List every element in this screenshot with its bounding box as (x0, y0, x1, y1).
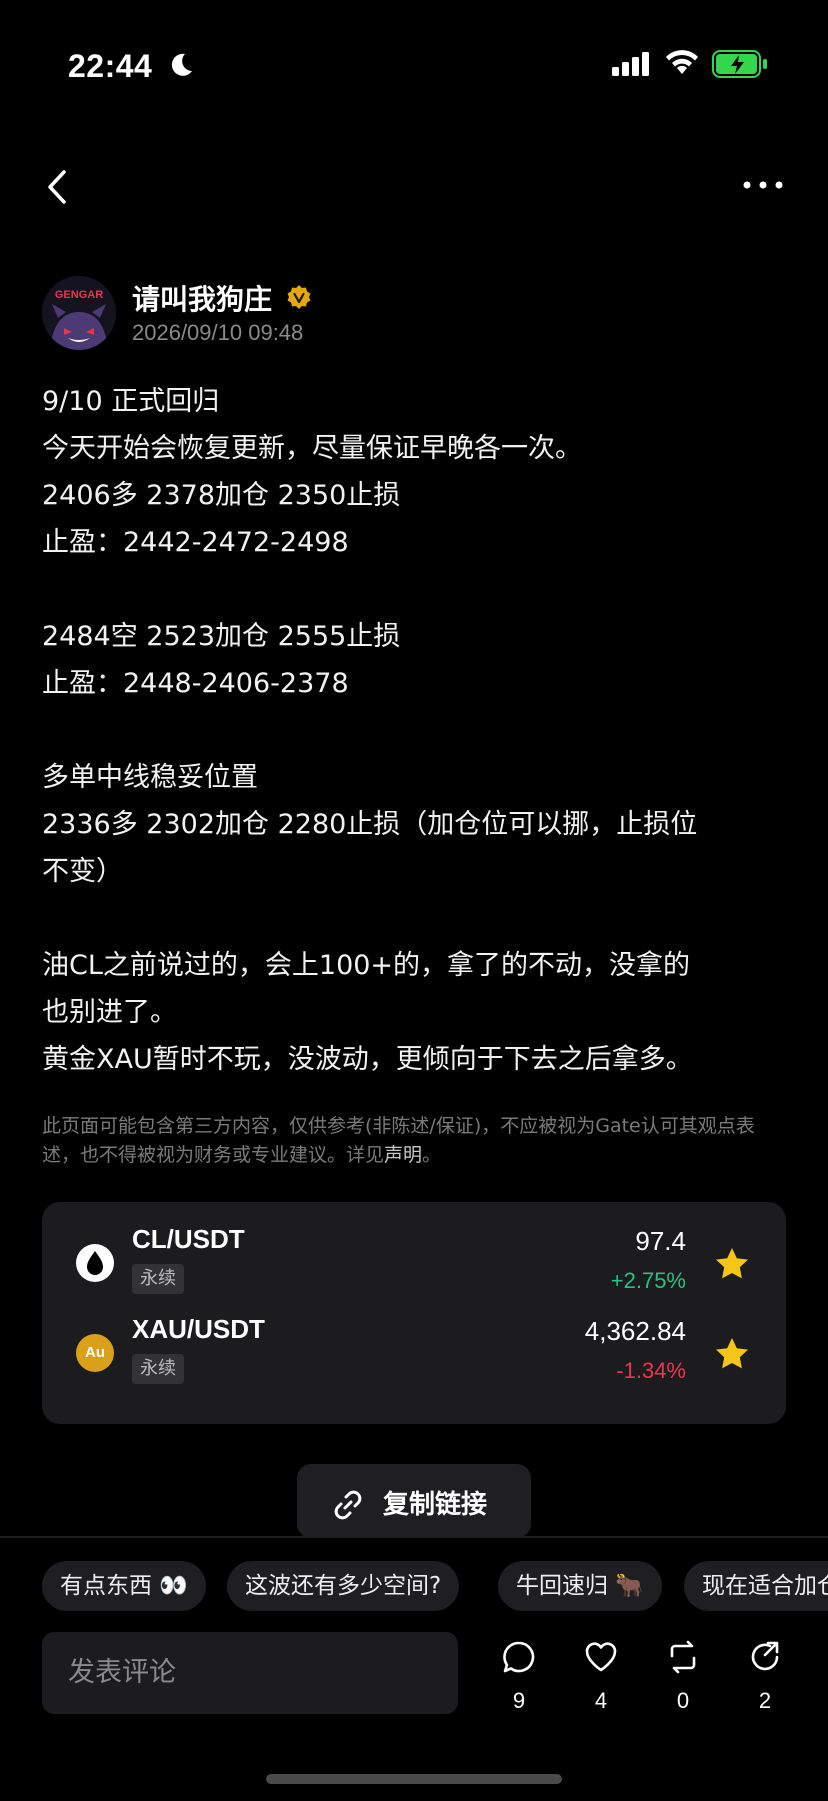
copy-link-button[interactable]: 复制链接 (297, 1464, 531, 1538)
post-content: 9/10 正式回归 今天开始会恢复更新，尽量保证早晚各一次。 2406多 237… (42, 378, 792, 1083)
quick-reply-chip[interactable]: 牛回速归 🐂 (498, 1561, 662, 1611)
comment-icon (503, 1641, 535, 1673)
moon-icon (171, 53, 192, 76)
market-card: CL/USDT 永续 97.4 +2.75% Au XAU/USDT 永续 4,… (42, 1202, 786, 1424)
avatar[interactable]: GENGAR (42, 276, 116, 350)
svg-text:GENGAR: GENGAR (55, 289, 103, 301)
gengar-avatar-image: GENGAR (42, 276, 116, 350)
post-line: 不变） (42, 856, 123, 887)
post-line: 也别进了。 (42, 997, 177, 1028)
gold-au-icon: Au (76, 1334, 114, 1372)
market-row-cl[interactable]: CL/USDT 永续 97.4 +2.75% (42, 1224, 786, 1314)
quick-reply-chip[interactable]: 这波还有多少空间? (227, 1561, 460, 1611)
link-icon (334, 1490, 362, 1520)
verified-badge-icon (287, 285, 311, 309)
post-line: 黄金XAU暂时不玩，没波动，更倾向于下去之后拿多。 (42, 1044, 693, 1075)
post-line: 多单中线稳妥位置 (42, 762, 258, 793)
pair-name: CL/USDT (132, 1224, 245, 1254)
copy-link-label: 复制链接 (383, 1490, 488, 1520)
status-bar: 22:44 (0, 0, 828, 130)
post-line: 今天开始会恢复更新，尽量保证早晚各一次。 (42, 433, 582, 464)
signal-icon (612, 52, 649, 76)
quick-reply-chip[interactable]: 有点东西 👀 (42, 1561, 206, 1611)
contract-tag: 永续 (132, 1354, 184, 1384)
market-row-xau[interactable]: Au XAU/USDT 永续 4,362.84 -1.34% (42, 1314, 786, 1404)
post-line: 2484空 2523加仓 2555止损 (42, 621, 401, 652)
price-change: +2.75% (610, 1268, 686, 1293)
wifi-icon (666, 50, 698, 74)
oil-drop-icon (76, 1244, 114, 1282)
post-line (42, 895, 792, 942)
price-change: -1.34% (616, 1358, 686, 1383)
disclaimer: 此页面可能包含第三方内容，仅供参考(非陈述/保证)，不应被视为Gate认可其观点… (42, 1112, 792, 1170)
post-timestamp: 2026/09/10 09:48 (132, 320, 304, 345)
repost-icon (670, 1640, 696, 1674)
star-icon[interactable] (714, 1336, 750, 1372)
repost-count: 0 (676, 1688, 690, 1713)
post-line (42, 566, 792, 613)
divider (0, 1536, 828, 1538)
share-icon (751, 1641, 779, 1671)
comment-input[interactable]: 发表评论 (42, 1632, 458, 1714)
more-icon[interactable] (742, 170, 784, 200)
back-icon[interactable] (40, 166, 76, 208)
post-line: 2406多 2378加仓 2350止损 (42, 480, 401, 511)
post-line: 油CL之前说过的，会上100+的，拿了的不动，没拿的 (42, 950, 691, 981)
share-count: 2 (758, 1688, 772, 1713)
post-line: 9/10 正式回归 (42, 386, 220, 417)
share-action[interactable]: 2 (735, 1640, 795, 1720)
pair-name: XAU/USDT (132, 1314, 265, 1344)
author-name[interactable]: 请叫我狗庄 (132, 278, 272, 318)
price: 4,362.84 (584, 1316, 686, 1346)
disclaimer-end: 。 (422, 1144, 442, 1166)
repost-action[interactable]: 0 (653, 1640, 713, 1720)
comment-action[interactable]: 9 (489, 1640, 549, 1720)
post-line: 2336多 2302加仓 2280止损（加仓位可以挪，止损位 (42, 809, 698, 840)
quick-replies: 有点东西 👀 这波还有多少空间? 牛回速归 🐂 现在适合加仓 (42, 1561, 828, 1611)
star-icon[interactable] (714, 1246, 750, 1282)
quick-reply-chip[interactable]: 现在适合加仓 (684, 1561, 828, 1611)
disclaimer-link[interactable]: 声明 (384, 1144, 422, 1166)
heart-icon (585, 1642, 617, 1672)
like-action[interactable]: 4 (571, 1640, 631, 1720)
battery-icon (712, 50, 767, 78)
price: 97.4 (635, 1226, 686, 1256)
status-time: 22:44 (68, 48, 153, 84)
like-count: 4 (594, 1688, 608, 1713)
post-line: 止盈：2442-2472-2498 (42, 527, 349, 558)
post-line (42, 707, 792, 754)
home-indicator (266, 1774, 562, 1784)
comment-count: 9 (512, 1688, 526, 1713)
contract-tag: 永续 (132, 1264, 184, 1294)
post-line: 止盈：2448-2406-2378 (42, 668, 349, 699)
